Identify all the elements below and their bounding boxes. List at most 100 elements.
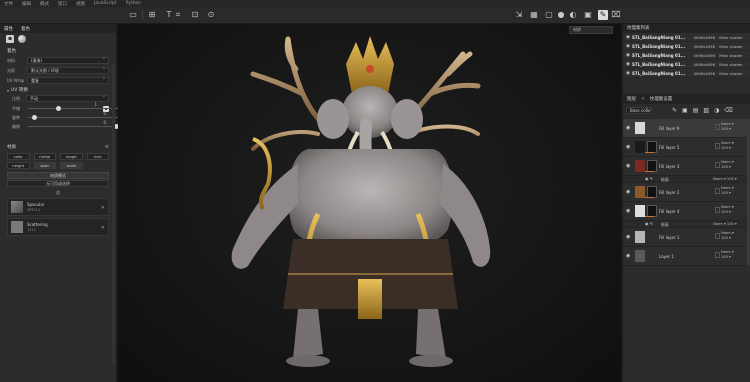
transform-icon[interactable]: ⌗: [173, 10, 183, 20]
close-icon[interactable]: ✕: [641, 97, 645, 102]
add-layer-icon[interactable]: ▤: [693, 107, 699, 114]
texture-set-resolution: 4096x4096: [693, 34, 716, 40]
channel-metal[interactable]: metal: [33, 153, 56, 160]
channel-height[interactable]: height: [7, 162, 30, 169]
tab-texture-set-settings[interactable]: 纹理集设置: [650, 96, 673, 102]
layer-row[interactable]: ◉ Fill layer 9 Norm ▾ 100 ▾: [623, 119, 750, 138]
sphere-icon[interactable]: [18, 35, 26, 43]
fill-layer-icon[interactable]: ▣: [682, 107, 688, 114]
layer-checkbox[interactable]: [715, 143, 720, 149]
channel-rough[interactable]: rough: [60, 153, 83, 160]
texture-set-row[interactable]: ◉ STL_BaiSangNiang 01... 4096x4096 Main sha…: [623, 51, 750, 60]
eye-icon[interactable]: ◉: [626, 144, 630, 150]
layer-row[interactable]: ◉ Fill layer 5 Norm ▾ 100 ▾: [623, 138, 750, 157]
layer-row[interactable]: ◉ Fill layer 2 Norm ▾ 100 ▾: [623, 183, 750, 202]
eye-icon[interactable]: ◉: [626, 208, 630, 214]
channel-spec[interactable]: spec: [33, 162, 56, 169]
render-icon[interactable]: ▣: [583, 10, 593, 20]
layer-row[interactable]: ◉ Fill layer 3 Norm ▾ 100 ▾: [623, 157, 750, 176]
texture-set-row[interactable]: ◉ STL_BaiSangNiang 01... 4096x4096 Main sha…: [623, 42, 750, 51]
blend-mode[interactable]: Norm ▾ 100 ▾: [721, 141, 734, 151]
scrollbar[interactable]: [112, 64, 115, 364]
blend-mode[interactable]: Norm ▾ 100 ▾: [721, 160, 734, 170]
record-icon[interactable]: ●: [556, 10, 566, 20]
brush-icon[interactable]: ▭: [128, 10, 138, 20]
menu-python[interactable]: Python: [126, 1, 142, 6]
eye-icon[interactable]: ◉ ✎: [645, 176, 653, 181]
blend-mode[interactable]: Norm ▾ 100 ▾: [721, 250, 734, 260]
channel-nrm[interactable]: nrm: [86, 153, 109, 160]
menu-icon[interactable]: ≡: [105, 144, 109, 150]
texture-set-row[interactable]: ◉ STL_BaiSangNiang 01... 4096x4096 Main sha…: [623, 60, 750, 69]
layer-row[interactable]: ◉ Layer 1 Norm ▾ 100 ▾: [623, 247, 750, 266]
blend-mode[interactable]: Norm ▾ 100 ▾: [721, 205, 734, 215]
effect-row[interactable]: ◉ ✎ 绘画 Norm ▾ 100 ▾: [623, 221, 750, 228]
close-icon[interactable]: ✕: [101, 205, 105, 211]
blend-mode[interactable]: Norm ▾ 100 ▾: [721, 231, 734, 241]
tab-properties[interactable]: 属性: [4, 26, 13, 32]
effect-opacity: 100: [726, 177, 734, 181]
close-icon[interactable]: ✕: [101, 225, 105, 231]
slider-knob[interactable]: [31, 115, 37, 120]
layer-checkbox[interactable]: [715, 233, 720, 239]
channel-color[interactable]: color: [7, 153, 30, 160]
eye-icon[interactable]: ◉: [626, 125, 630, 131]
layer-row[interactable]: ◉ Fill layer 1 Norm ▾ 100 ▾: [623, 228, 750, 247]
scale-dropdown[interactable]: 手动: [26, 94, 109, 102]
3d-viewport[interactable]: 材质: [118, 24, 621, 382]
uv-transform-header[interactable]: ▾ UV 转换: [0, 86, 116, 94]
slider-knob[interactable]: [56, 106, 62, 111]
tab-shading[interactable]: 着色: [21, 26, 30, 32]
trash-icon[interactable]: ⌫: [724, 107, 732, 114]
menu-mode[interactable]: 模式: [40, 1, 49, 7]
eye-icon[interactable]: ◉: [626, 253, 630, 259]
menu-javascript[interactable]: JavaScript: [94, 1, 117, 6]
layer-checkbox[interactable]: [715, 252, 720, 258]
grid-toggle-icon[interactable]: ▦: [529, 10, 539, 20]
layer-checkbox[interactable]: [715, 207, 720, 213]
picker-icon[interactable]: ⊡: [190, 10, 200, 20]
paint-mode-icon[interactable]: ✎: [598, 10, 608, 20]
eye-icon[interactable]: ◉ ✎: [645, 221, 653, 226]
material-card-specular[interactable]: Specular SRT111 ✕: [7, 198, 109, 216]
eye-icon[interactable]: ◉: [626, 189, 630, 195]
layer-checkbox[interactable]: [715, 124, 720, 130]
frame-icon[interactable]: ▢: [544, 10, 554, 20]
settings-circle-icon[interactable]: ⊙: [206, 10, 216, 20]
texture-set-row[interactable]: ◉ STL_BaiSangNiang 01... 4096x4096 Main sha…: [623, 69, 750, 78]
material-mode-button[interactable]: 材质模式: [7, 172, 109, 179]
menu-file[interactable]: 文件: [4, 1, 13, 7]
grid-icon[interactable]: ⊞: [147, 10, 157, 20]
layer-row[interactable]: ◉ Fill layer 4 Norm ▾ 100 ▾: [623, 202, 750, 221]
channel-dropdown[interactable]: Base color: [626, 106, 652, 114]
blend-mode-label: Norm: [721, 205, 731, 209]
eye-icon[interactable]: ◉: [626, 234, 630, 240]
channel-scatt[interactable]: scatt: [60, 162, 83, 169]
uv-wrap-dropdown[interactable]: 重复: [27, 76, 109, 84]
effect-blend[interactable]: Norm ▾ 100 ▾: [713, 222, 737, 226]
mask-add-icon[interactable]: ◑: [714, 107, 719, 114]
layer-checkbox[interactable]: [715, 162, 720, 168]
camera-mode-icon[interactable]: ⇲: [514, 10, 524, 20]
slider-label: 偏移: [12, 123, 20, 129]
layer-checkbox[interactable]: [715, 188, 720, 194]
menu-window[interactable]: 窗口: [58, 1, 67, 7]
apply-status-field[interactable]: 无可用或选择: [7, 180, 109, 187]
screenshot-icon[interactable]: ⌧: [611, 10, 621, 20]
folder-icon[interactable]: ▧: [703, 107, 709, 114]
menu-view[interactable]: 视图: [76, 1, 85, 7]
blend-mode[interactable]: Norm ▾ 100 ▾: [721, 122, 734, 132]
effect-blend[interactable]: Norm ▾ 100 ▾: [713, 177, 737, 181]
mask-icon[interactable]: ◐: [568, 10, 578, 20]
material-dropdown[interactable]: (清漆): [27, 56, 109, 64]
menu-edit[interactable]: 编辑: [22, 1, 31, 7]
texture-set-row[interactable]: ◉ STL_BaiSangNiang 01... 4096x4096 Main sha…: [623, 33, 750, 42]
material-card-scattering[interactable]: Scattering 1111 ✕: [7, 218, 109, 236]
blend-mode[interactable]: Norm ▾ 100 ▾: [721, 186, 734, 196]
effect-row[interactable]: ◉ ✎ 绘画 Norm ▾ 100 ▾: [623, 176, 750, 183]
tab-layers[interactable]: 图层: [627, 96, 636, 102]
image-icon[interactable]: ▪: [6, 35, 14, 43]
lighting-dropdown[interactable]: 默认光照 / 环境: [27, 66, 109, 74]
eye-icon[interactable]: ◉: [626, 163, 630, 169]
filter-icon[interactable]: ✎: [672, 107, 677, 114]
